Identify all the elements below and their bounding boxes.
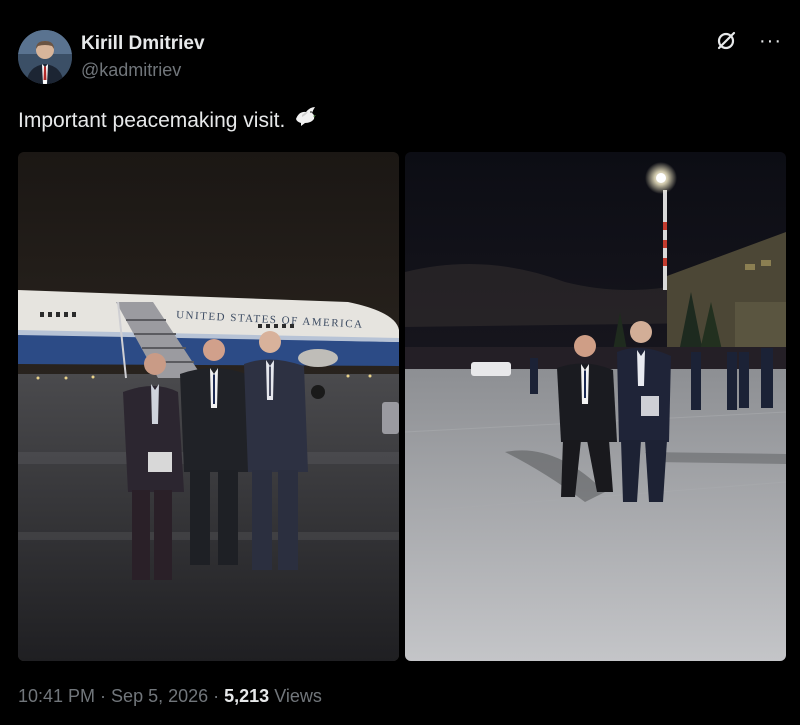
top-actions: ··· [715, 30, 782, 52]
tweet-time[interactable]: 10:41 PM [18, 686, 95, 706]
tweet-meta: 10:41 PM · Sep 5, 2026 · 5,213 Views [18, 684, 322, 708]
more-icon[interactable]: ··· [759, 31, 782, 51]
photo-airport-apron[interactable] [405, 152, 786, 661]
avatar-image [18, 30, 72, 84]
views-label: Views [274, 686, 322, 706]
views-count: 5,213 [224, 686, 270, 706]
tweet-body: Important peacemaking visit. [18, 106, 317, 136]
meta-separator: · [100, 686, 107, 706]
tweet-card: Kirill Dmitriev @kadmitriev ··· Importan… [0, 0, 800, 725]
grok-icon[interactable] [715, 30, 737, 52]
tweet-text: Important peacemaking visit. [18, 109, 286, 132]
photo-plane-group[interactable]: UNITED STATES OF AMERICA [18, 152, 399, 661]
meta-separator: · [213, 686, 220, 706]
author-handle[interactable]: @kadmitriev [81, 58, 205, 82]
author-info: Kirill Dmitriev @kadmitriev [81, 32, 205, 82]
dove-icon [293, 106, 317, 136]
avatar[interactable] [18, 30, 72, 84]
author-display-name[interactable]: Kirill Dmitriev [81, 32, 205, 56]
tweet-date[interactable]: Sep 5, 2026 [111, 686, 208, 706]
